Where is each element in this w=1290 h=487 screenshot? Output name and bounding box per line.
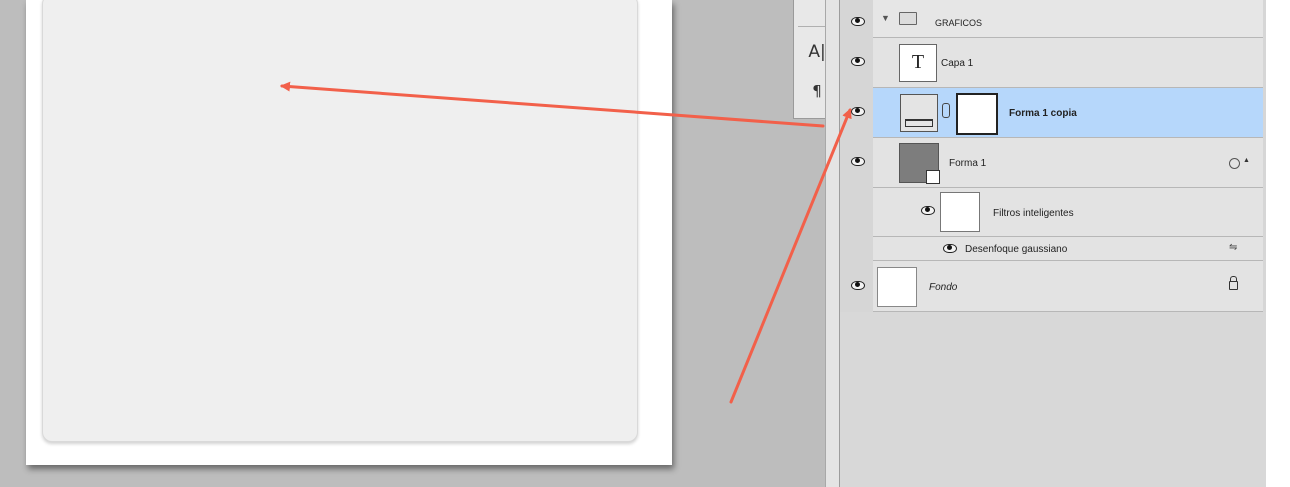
lock-shackle bbox=[1230, 276, 1237, 282]
smart-object-badge-icon bbox=[926, 170, 940, 184]
layer-name[interactable]: Forma 1 bbox=[949, 158, 986, 169]
layer-name[interactable]: Forma 1 copia bbox=[1009, 108, 1077, 119]
layer-row-capa-1[interactable]: T Capa 1 bbox=[873, 38, 1263, 88]
canvas-workspace[interactable] bbox=[0, 0, 825, 487]
text-layer-t-icon: T bbox=[911, 51, 925, 73]
layers-panel: ▼ GRAFICOS T Capa 1 Forma 1 copia Forma … bbox=[839, 0, 1267, 487]
layer-row-forma-1-copia[interactable]: Forma 1 copia bbox=[873, 88, 1263, 138]
layer-name[interactable]: Fondo bbox=[929, 282, 957, 293]
smart-object-thumbnail bbox=[899, 143, 940, 184]
layers-empty-area bbox=[840, 312, 1266, 487]
layer-name[interactable]: Capa 1 bbox=[941, 58, 973, 69]
gaussian-blur-eye-icon[interactable] bbox=[943, 244, 957, 253]
folder-icon bbox=[899, 12, 917, 25]
text-layer-thumbnail: T bbox=[899, 44, 937, 82]
layer-row-forma-1[interactable]: Forma 1 ▲ bbox=[873, 138, 1263, 188]
collapse-arrow-icon[interactable]: ▲ bbox=[1243, 157, 1250, 164]
window-edge bbox=[1266, 0, 1290, 487]
document-canvas[interactable] bbox=[26, 0, 672, 465]
smart-filters-eye-icon[interactable] bbox=[921, 206, 935, 215]
capa-1-visibility-eye-icon[interactable] bbox=[851, 57, 865, 66]
layer-group-row[interactable]: ▼ GRAFICOS bbox=[873, 0, 1263, 38]
lock-icon bbox=[1229, 281, 1238, 290]
layer-row-fondo[interactable]: Fondo bbox=[873, 261, 1263, 312]
vector-mask-thumbnail bbox=[956, 93, 998, 135]
filter-row-gaussian-blur[interactable]: Desenfoque gaussiano ⇋ bbox=[873, 237, 1263, 261]
group-visibility-eye-icon[interactable] bbox=[851, 17, 865, 26]
filter-options-icon[interactable]: ⇋ bbox=[1229, 242, 1237, 253]
smart-filters-row[interactable]: Filtros inteligentes bbox=[873, 188, 1263, 237]
visibility-column bbox=[840, 0, 874, 312]
expand-triangle-icon[interactable]: ▼ bbox=[881, 13, 890, 23]
shape-layer-thumbnail bbox=[900, 94, 938, 132]
smart-filters-mask-thumbnail bbox=[940, 192, 980, 232]
chain-link-icon[interactable] bbox=[942, 103, 950, 118]
fondo-visibility-eye-icon[interactable] bbox=[851, 281, 865, 290]
forma-1-copia-visibility-eye-icon[interactable] bbox=[851, 107, 865, 116]
smart-filter-badge-icon[interactable] bbox=[1229, 158, 1240, 169]
filter-name[interactable]: Desenfoque gaussiano bbox=[965, 244, 1067, 255]
group-name: GRAFICOS bbox=[935, 18, 983, 28]
panel-gutter bbox=[825, 0, 840, 487]
shape-layer-badge-icon bbox=[905, 119, 933, 127]
background-thumbnail bbox=[877, 267, 917, 307]
rounded-card-shape bbox=[42, 0, 638, 442]
forma-1-visibility-eye-icon[interactable] bbox=[851, 157, 865, 166]
smart-filters-label[interactable]: Filtros inteligentes bbox=[993, 208, 1074, 219]
